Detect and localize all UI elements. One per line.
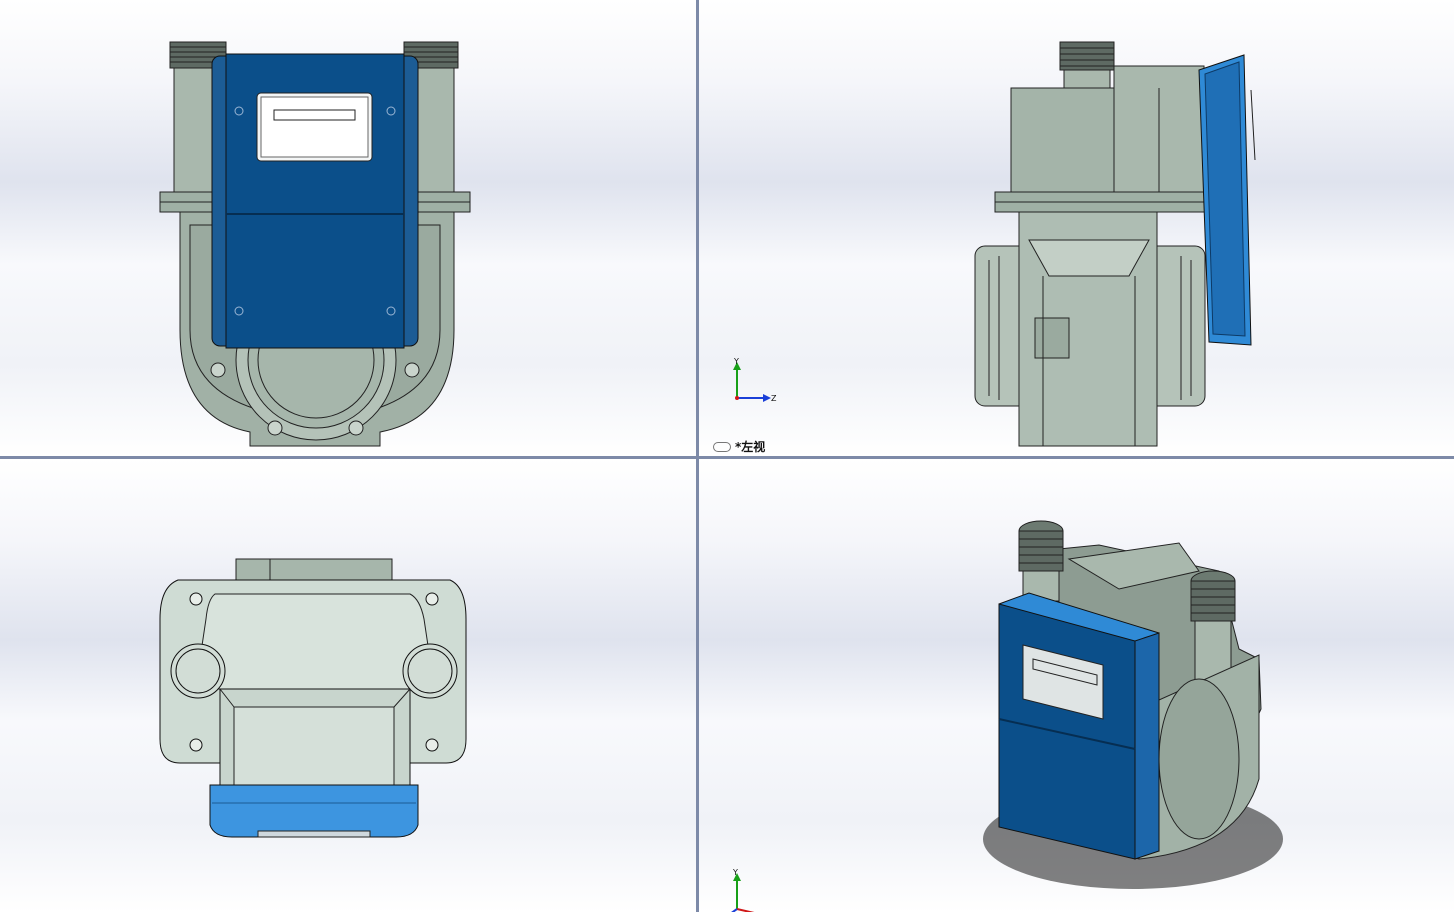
viewport-isometric[interactable]: Y (699, 459, 1454, 912)
meter-iso-drawing (983, 520, 1283, 889)
axis-triad: Y Z (733, 357, 777, 403)
iso-cover (998, 603, 1136, 860)
meter-front-drawing (159, 41, 471, 447)
axis-triad-iso: Y (731, 868, 755, 912)
iso-axis-y-label: Y (732, 868, 738, 877)
meter-side-drawing (974, 41, 1256, 447)
top-cover-edge (209, 784, 419, 838)
viewport-top[interactable] (0, 459, 696, 912)
link-icon (713, 441, 731, 452)
viewport-left[interactable]: Y Z *左视 (699, 0, 1454, 456)
meter-top-drawing (159, 558, 467, 838)
viewport-divider-horizontal[interactable] (0, 456, 1454, 459)
axis-y-label: Y (733, 357, 739, 366)
view-name-label: *左视 (713, 438, 765, 455)
axis-z-label: Z (771, 394, 777, 403)
view-name-text: *左视 (735, 440, 766, 454)
viewport-front[interactable] (0, 0, 696, 456)
